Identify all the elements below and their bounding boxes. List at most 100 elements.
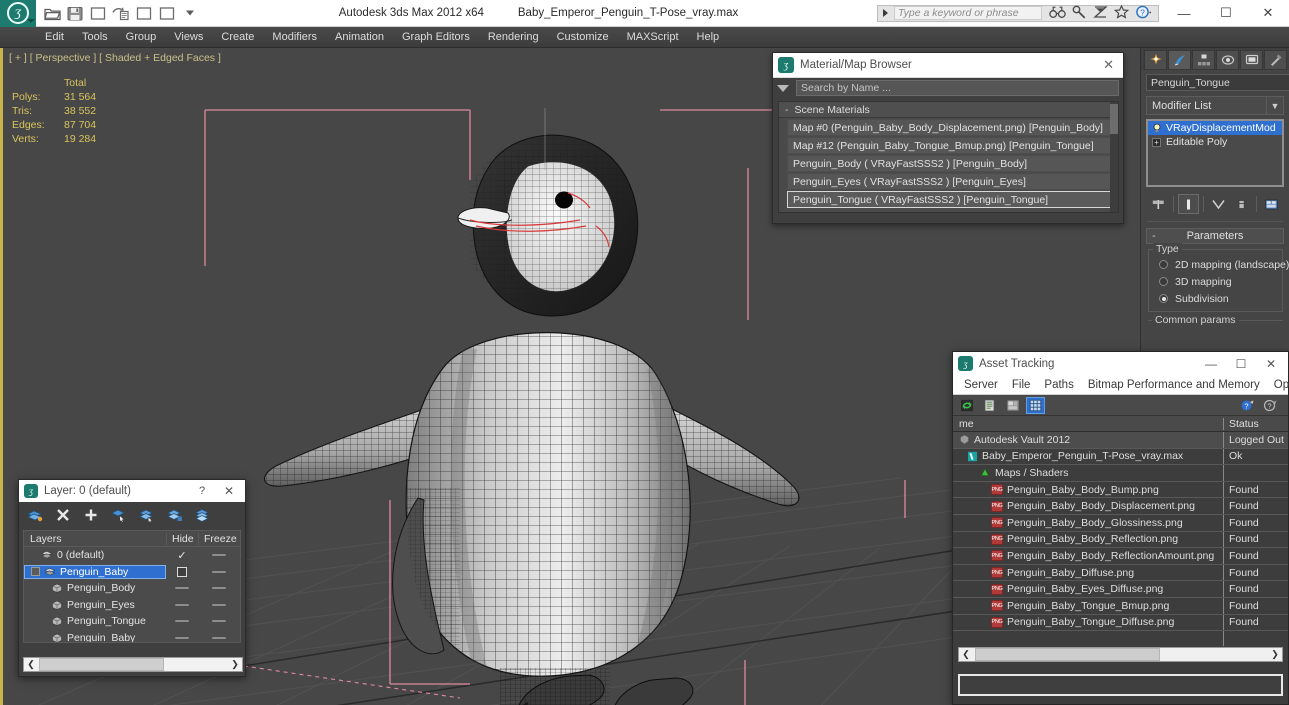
create-tab[interactable] — [1144, 50, 1167, 70]
close-icon[interactable]: ✕ — [1099, 57, 1118, 73]
table-row[interactable]: PNG Penguin_Baby_Diffuse.png Found — [953, 564, 1288, 582]
select-objects-in-layer-icon[interactable] — [111, 507, 127, 523]
table-row[interactable]: Autodesk Vault 2012 Logged Out — [953, 432, 1288, 449]
infocenter-expand-icon[interactable] — [883, 9, 888, 17]
grid-view-icon[interactable] — [1026, 396, 1045, 414]
table-row[interactable]: PNG Penguin_Baby_Body_ReflectionAmount.p… — [953, 548, 1288, 565]
material-list-item[interactable]: Penguin_Body ( VRayFastSSS2 ) [Penguin_B… — [787, 155, 1116, 172]
show-end-result-button[interactable] — [1178, 194, 1199, 214]
column-header-layers[interactable]: Layers — [24, 533, 166, 545]
highlight-selected-objects-layer-icon[interactable] — [139, 507, 155, 523]
about-icon[interactable]: ? — [1261, 397, 1280, 414]
viewport-label[interactable]: [ + ] [ Perspective ] [ Shaded + Edged F… — [9, 52, 221, 64]
object-hide-toggle[interactable] — [166, 603, 198, 606]
thumbnail-view-icon[interactable] — [1003, 397, 1022, 414]
asset-table-horizontal-scrollbar[interactable]: ❮ ❯ — [958, 647, 1283, 662]
scene-materials-list[interactable]: - Scene Materials Map #0 (Penguin_Baby_B… — [778, 101, 1119, 213]
column-header-status[interactable]: Status — [1224, 418, 1288, 430]
configure-modifier-sets-button[interactable] — [1261, 194, 1282, 214]
maximize-button[interactable]: ☐ — [1226, 352, 1256, 375]
object-freeze-toggle[interactable] — [198, 603, 240, 606]
scroll-right-icon[interactable]: ❯ — [1268, 648, 1282, 661]
modifier-stack-item-editable-poly[interactable]: + Editable Poly — [1148, 135, 1282, 149]
pin-stack-button[interactable] — [1148, 194, 1169, 214]
menu-item-tools[interactable]: Tools — [73, 27, 117, 48]
modifier-stack[interactable]: VRayDisplacementMod + Editable Poly — [1146, 119, 1284, 187]
expand-collapse-icon[interactable] — [31, 567, 40, 577]
menu-item-bitmap-performance[interactable]: Bitmap Performance and Memory — [1081, 379, 1267, 391]
redo-icon[interactable] — [134, 3, 154, 23]
list-item[interactable]: Penguin_Baby — [24, 630, 240, 642]
help-icon[interactable]: ? — [1238, 397, 1257, 414]
table-row[interactable]: PNG Penguin_Baby_Body_Bump.png Found — [953, 481, 1288, 499]
layer-list[interactable]: 0 (default) ✓ Penguin_Baby Penguin_Body … — [23, 547, 241, 643]
modify-tab[interactable] — [1168, 50, 1191, 70]
menu-item-help[interactable]: Help — [688, 27, 729, 48]
radio-2d-mapping[interactable]: 2D mapping (landscape) — [1149, 256, 1289, 273]
wrench-icon[interactable] — [1072, 5, 1087, 22]
material-list-item[interactable]: Map #0 (Penguin_Baby_Body_Displacement.p… — [787, 119, 1116, 136]
radio-button-icon[interactable] — [1159, 277, 1168, 286]
menu-item-create[interactable]: Create — [212, 27, 263, 48]
table-row[interactable]: PNG Penguin_Baby_Tongue_Bmup.png Found — [953, 597, 1288, 615]
menu-item-file[interactable]: File — [1005, 379, 1038, 391]
table-row[interactable]: PNG Penguin_Baby_Eyes_Diffuse.png Found — [953, 581, 1288, 598]
search-input[interactable] — [894, 6, 1042, 20]
radio-3d-mapping[interactable]: 3D mapping — [1149, 273, 1282, 290]
menu-item-edit[interactable]: Edit — [36, 27, 73, 48]
table-row[interactable]: Maps / Shaders — [953, 465, 1288, 482]
table-row[interactable]: PNG Penguin_Baby_Tongue_Diffuse.png Foun… — [953, 614, 1288, 632]
utilities-tab[interactable] — [1264, 50, 1287, 70]
open-file-icon[interactable] — [42, 3, 62, 23]
table-row[interactable]: PNG Penguin_Baby_Body_Glossiness.png Fou… — [953, 514, 1288, 532]
material-list-item[interactable]: Map #12 (Penguin_Baby_Tongue_Bmup.png) [… — [787, 137, 1116, 154]
help-question-icon[interactable]: ? — [1135, 5, 1152, 22]
modifier-stack-item-vraydisplacementmod[interactable]: VRayDisplacementMod — [1148, 121, 1282, 135]
freeze-layer-icon[interactable] — [195, 507, 211, 523]
delete-layer-icon[interactable] — [55, 507, 71, 523]
modifier-list-dropdown[interactable]: Modifier List ▼ — [1146, 96, 1284, 115]
column-header-name[interactable]: me — [953, 417, 1224, 430]
menu-item-options[interactable]: Options — [1267, 379, 1289, 391]
set-project-folder-icon[interactable] — [157, 3, 177, 23]
table-row[interactable]: PNG Penguin_Baby_Body_Reflection.png Fou… — [953, 531, 1288, 549]
maximize-button[interactable]: ☐ — [1205, 0, 1247, 27]
collapse-icon[interactable]: - — [785, 104, 789, 116]
create-new-layer-icon[interactable] — [27, 507, 43, 523]
close-icon[interactable]: ✕ — [215, 484, 243, 498]
help-icon[interactable]: ? — [189, 485, 215, 497]
hide-layer-icon[interactable] — [167, 507, 183, 523]
radio-subdivision[interactable]: Subdivision — [1149, 290, 1282, 307]
object-hide-toggle[interactable] — [166, 587, 198, 590]
layer-freeze-toggle[interactable] — [198, 570, 240, 573]
menu-item-animation[interactable]: Animation — [326, 27, 393, 48]
menu-item-customize[interactable]: Customize — [548, 27, 618, 48]
scene-materials-group-header[interactable]: - Scene Materials — [779, 102, 1118, 118]
remove-modifier-button[interactable] — [1231, 194, 1252, 214]
radio-button-selected-icon[interactable] — [1159, 294, 1168, 303]
menu-item-maxscript[interactable]: MAXScript — [618, 27, 688, 48]
layer-freeze-toggle[interactable] — [198, 554, 240, 557]
menu-item-graph-editors[interactable]: Graph Editors — [393, 27, 479, 48]
current-layer-checkmark[interactable]: ✓ — [166, 549, 198, 562]
menu-item-rendering[interactable]: Rendering — [479, 27, 548, 48]
scroll-left-icon[interactable]: ❮ — [959, 648, 973, 661]
column-header-hide[interactable]: Hide — [166, 532, 198, 545]
asset-tracking-title-bar[interactable]: ʒ Asset Tracking — ☐ ✕ — [953, 352, 1288, 375]
chevron-down-icon[interactable]: ▼ — [1266, 97, 1283, 114]
layer-hide-toggle[interactable] — [166, 566, 198, 577]
menu-item-modifiers[interactable]: Modifiers — [263, 27, 326, 48]
table-row[interactable]: Baby_Emperor_Penguin_T-Pose_vray.max Ok — [953, 448, 1288, 466]
object-hide-toggle[interactable] — [166, 636, 198, 639]
scrollbar-thumb[interactable] — [39, 658, 164, 671]
object-name-field[interactable] — [1146, 74, 1289, 91]
motion-tab[interactable] — [1216, 50, 1239, 70]
list-view-icon[interactable] — [980, 397, 999, 414]
scroll-right-icon[interactable]: ❯ — [228, 659, 242, 670]
menu-item-paths[interactable]: Paths — [1037, 379, 1080, 391]
scrollbar-thumb[interactable] — [975, 648, 1160, 661]
scroll-left-icon[interactable]: ❮ — [24, 659, 38, 670]
parameters-rollout-header[interactable]: - Parameters — [1146, 228, 1284, 244]
radio-button-icon[interactable] — [1159, 260, 1168, 269]
subscription-icon[interactable] — [1093, 5, 1108, 22]
